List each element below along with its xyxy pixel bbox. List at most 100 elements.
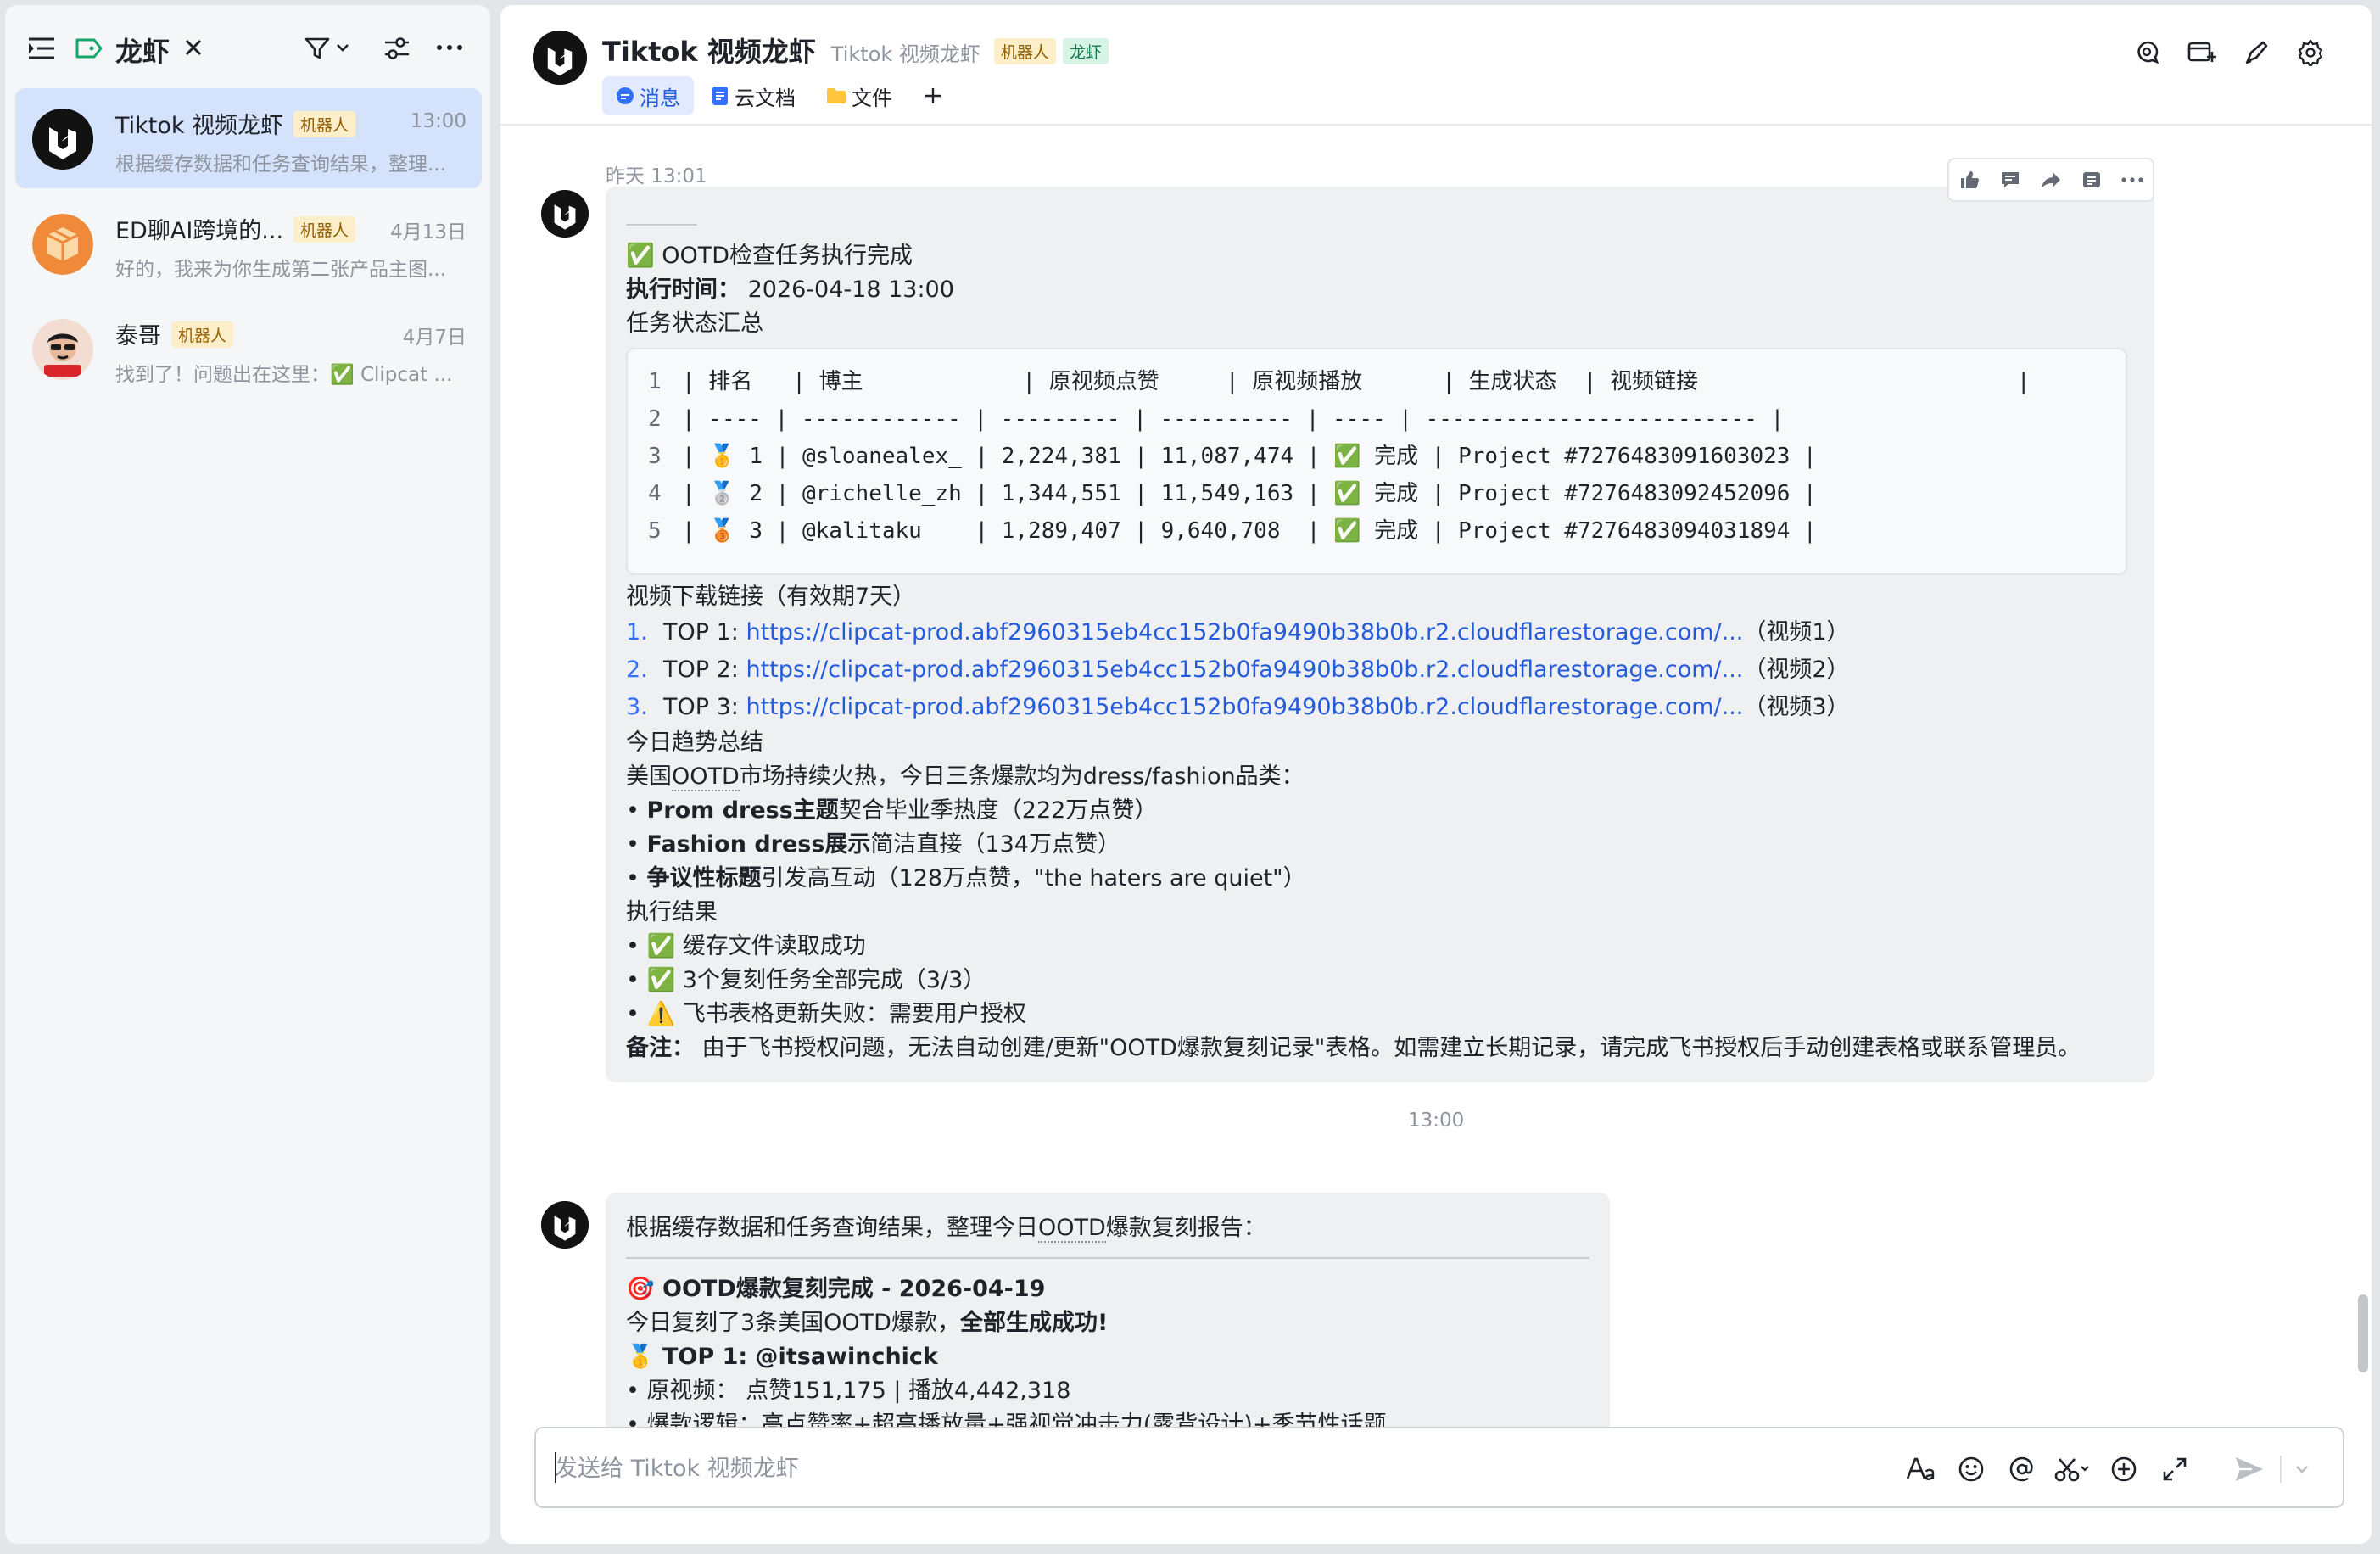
label-tag-icon [75,37,103,59]
bot-badge: 机器人 [293,111,356,137]
chat-list-title: 龙虾 [115,36,170,68]
plus-icon [923,86,943,106]
message-timestamp: 昨天 13:01 [606,165,707,187]
download-link-item: 1. TOP 1: https://clipcat-prod.abf2960315… [626,619,1850,646]
note-line: 备注： 由于飞书授权问题，无法自动创建/更新"OOTD爆款复刻记录"表格。如需建… [626,1035,2081,1061]
filter-icon[interactable] [304,36,351,61]
settings-gear-icon[interactable] [2283,36,2338,70]
toolbar-separator [2280,1456,2282,1483]
screenshot-scissors-icon[interactable] [2048,1451,2098,1488]
text-format-icon[interactable] [1895,1451,1946,1488]
chat-subtitle: Tiktok 视频龙虾 [830,42,980,66]
settings-sliders-icon[interactable] [383,36,411,61]
result-heading: 执行结果 [626,899,718,925]
code-block: 1 | 排名 | 博主 | 原视频点赞 | 原视频播放 | 生成状态 | 视频链接… [626,348,2127,575]
divider-line [626,224,697,226]
more-icon[interactable] [436,44,463,51]
emoji-icon[interactable] [1946,1451,1997,1488]
exec-time-line: 执行时间： 2026-04-18 13:00 [626,277,954,303]
message-timestamp: 13:00 [1408,1110,1465,1132]
tab-files[interactable]: 文件 [813,76,906,115]
trend-intro: 美国OOTD市场持续火热，今日三条爆款均为dress/fashion品类： [626,763,1305,791]
sender-avatar[interactable] [541,1201,589,1249]
download-heading: 视频下载链接（有效期7天） [626,584,916,610]
chat-name: ED聊AI跨境的... 机器人 [115,212,356,245]
close-filter-icon[interactable] [183,37,204,58]
create-topic-icon[interactable] [2175,36,2229,70]
thumbs-up-icon[interactable] [1949,161,1990,198]
chat-item-tiktok[interactable]: Tiktok 视频龙虾 机器人 13:00 根据缓存数据和任务查询结果，整理... [15,88,482,188]
chat-time: 13:00 [410,110,467,132]
video-link[interactable]: https://clipcat-prod.abf2960315eb4cc152b… [746,694,1743,720]
message-input[interactable] [555,1449,1827,1488]
add-tab-button[interactable] [909,76,957,115]
result-item: • ✅ 缓存文件读取成功 [626,933,866,959]
sender-avatar[interactable] [541,190,589,238]
report-heading: 🎯 OOTD爆款复刻完成 - 2026-04-19 [626,1276,1046,1302]
mention-icon[interactable] [1997,1451,2048,1488]
video-link[interactable]: https://clipcat-prod.abf2960315eb4cc152b… [746,657,1743,683]
report-intro: 根据缓存数据和任务查询结果，整理今日OOTD爆款复刻报告： [626,1215,1266,1243]
message-composer [534,1427,2344,1508]
chat-tabs: 消息 云文档 文件 [602,76,960,115]
collapse-sidebar-icon[interactable] [27,36,56,61]
message-bubble-icon [616,87,634,105]
plus-circle-icon[interactable] [2098,1451,2149,1488]
chat-avatar[interactable] [533,31,587,85]
bot-badge: 机器人 [293,216,356,243]
chat-preview: 好的，我来为你生成第二张产品主图... [115,259,446,281]
lobster-tag: 龙虾 [1062,38,1109,64]
forward-share-icon[interactable] [2031,161,2071,198]
divider-line [626,1257,1589,1259]
result-item: • ✅ 3个复刻任务全部完成（3/3） [626,967,986,993]
chat-preview: 根据缓存数据和任务查询结果，整理... [115,154,446,176]
chat-name: 泰哥 机器人 [115,317,234,350]
avatar [32,109,93,170]
summary-heading: 任务状态汇总 [626,310,763,337]
download-link-item: 3. TOP 3: https://clipcat-prod.abf2960315… [626,694,1850,720]
pen-edit-icon[interactable] [2229,36,2283,70]
composer-toolbar [1895,1451,2317,1488]
download-link-item: 2. TOP 2: https://clipcat-prod.abf2960315… [626,657,1850,683]
send-icon[interactable] [2224,1451,2275,1488]
original-video-stats: • 原视频： 点赞151,175 | 播放4,442,318 [626,1378,1071,1404]
header-divider [500,124,2372,126]
chat-time: 4月13日 [390,221,467,243]
header-toolbar [2120,36,2338,70]
scrollbar-thumb[interactable] [2358,1294,2368,1372]
trend-item: • Fashion dress展示简洁直接（134万点赞） [626,831,1120,858]
quote-icon[interactable] [2071,161,2112,198]
search-chat-icon[interactable] [2120,36,2175,70]
chat-time: 4月7日 [402,327,467,349]
trend-heading: 今日趋势总结 [626,729,763,756]
chat-list-panel: 龙虾 Tiktok 视频龙虾 机器人 13:00 根据缓存数据和任务查询结果，整理… [5,5,490,1544]
message-bubble: 根据缓存数据和任务查询结果，整理今日OOTD爆款复刻报告： 🎯 OOTD爆款复刻… [606,1193,1610,1427]
task-complete-title: ✅ OOTD检查任务执行完成 [626,243,913,269]
report-summary: 今日复刻了3条美国OOTD爆款，全部生成成功! [626,1310,1109,1336]
doc-icon [711,86,729,106]
chat-name: Tiktok 视频龙虾 机器人 [115,107,356,140]
chat-list-header: 龙虾 [5,5,490,87]
folder-icon [826,87,846,104]
viral-logic: • 爆款逻辑：高点赞率+超高播放量+强视觉冲击力(露背设计)+季节性话题 [626,1411,1387,1427]
trend-item: • Prom dress主题契合毕业季热度（222万点赞） [626,797,1158,824]
bot-badge: 机器人 [171,321,234,348]
conversation-panel: Tiktok 视频龙虾 Tiktok 视频龙虾 机器人 龙虾 消息 云文档 文件 昨天… [500,5,2372,1544]
chat-title: Tiktok 视频龙虾 Tiktok 视频龙虾 机器人 龙虾 [602,31,1109,70]
chat-item-ed[interactable]: ED聊AI跨境的... 机器人 4月13日 好的，我来为你生成第二张产品主图... [15,193,482,293]
top1-heading: 🥇 TOP 1: @itsawinchick [626,1344,938,1370]
result-item: • ⚠️ 飞书表格更新失败：需要用户授权 [626,1001,1026,1027]
reply-comment-icon[interactable] [1990,161,2031,198]
avatar [32,214,93,275]
bot-tag: 机器人 [993,38,1056,64]
video-link[interactable]: https://clipcat-prod.abf2960315eb4cc152b… [746,619,1743,646]
expand-icon[interactable] [2149,1451,2200,1488]
tab-messages[interactable]: 消息 [602,76,694,115]
send-options-chevron-icon[interactable] [2287,1451,2317,1488]
tab-cloud-docs[interactable]: 云文档 [697,76,809,115]
text-caret [555,1452,556,1483]
more-actions-icon[interactable] [2112,161,2153,198]
avatar [32,319,93,380]
message-action-bar [1947,158,2154,202]
chat-item-taige[interactable]: 泰哥 机器人 4月7日 找到了！问题出在这里：✅ Clipcat ... [15,299,482,399]
